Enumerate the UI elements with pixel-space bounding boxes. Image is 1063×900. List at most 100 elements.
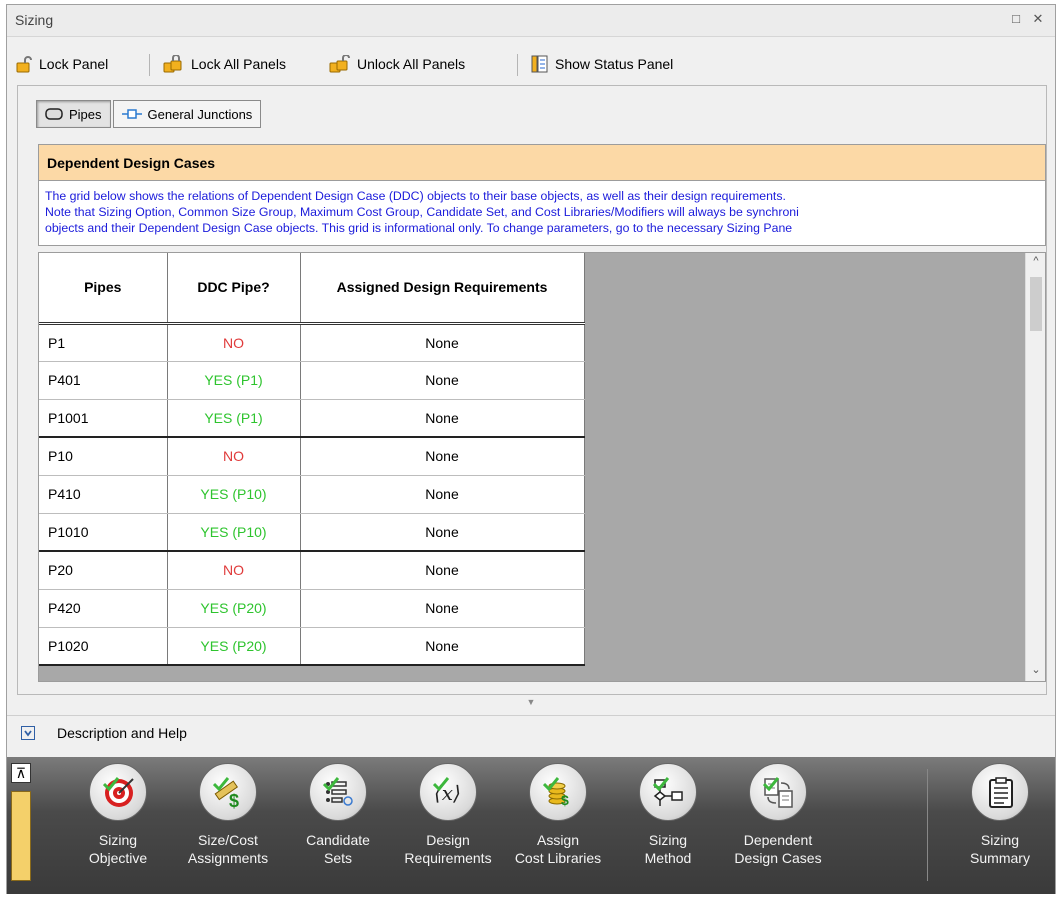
design-requirements-cell[interactable]: None [300, 323, 585, 362]
pipe-name-cell[interactable]: P401 [39, 361, 168, 400]
nav-label: Dependent [743, 832, 813, 848]
design-requirements-cell[interactable]: None [300, 551, 585, 590]
pin-icon[interactable]: ⊼ [11, 763, 31, 783]
vertical-scrollbar[interactable]: ^ ⌄ [1025, 253, 1045, 681]
checkmark-icon [763, 777, 779, 791]
sizing-method-button[interactable]: Sizing Method [613, 763, 723, 889]
nav-label: Sizing [98, 832, 138, 848]
scroll-down-icon[interactable]: ⌄ [1026, 663, 1045, 681]
ddc-pipe-cell[interactable]: YES (P1) [167, 361, 301, 400]
ddc-pipe-cell[interactable]: NO [167, 551, 301, 590]
lock-panel-button[interactable]: Lock Panel [15, 52, 108, 76]
unlock-all-label: Unlock All Panels [357, 56, 466, 72]
design-requirements-cell[interactable]: None [300, 437, 585, 476]
pipe-name-cell[interactable]: P1010 [39, 513, 168, 552]
description-help-bar[interactable]: Description and Help [7, 715, 1055, 749]
table-row[interactable]: P420 YES (P20) None [39, 589, 585, 628]
size-cost-assignments-button[interactable]: $ Size/Cost Assignments [173, 763, 283, 889]
show-status-panel-button[interactable]: Show Status Panel [531, 52, 673, 76]
pipe-name-cell[interactable]: P1 [39, 323, 168, 362]
restore-icon[interactable]: □ [1007, 11, 1025, 29]
ddc-pipe-cell[interactable]: YES (P10) [167, 513, 301, 552]
dependent-design-cases-button[interactable]: Dependent Design Cases [723, 763, 833, 889]
sizing-objective-button[interactable]: Sizing Objective [63, 763, 173, 889]
junction-icon [121, 109, 142, 119]
nav-label: Requirements [404, 850, 492, 866]
checkmark-icon [213, 777, 229, 791]
scroll-up-icon[interactable]: ^ [1026, 255, 1045, 273]
pipe-name-cell[interactable]: P1001 [39, 399, 168, 438]
nav-label: Method [644, 850, 692, 866]
nav-label: Sets [323, 850, 352, 866]
ddc-pipe-cell[interactable]: YES (P20) [167, 589, 301, 628]
pipe-name-cell[interactable]: P1020 [39, 627, 168, 666]
description-help-label: Description and Help [57, 724, 187, 741]
lock-all-panels-button[interactable]: Lock All Panels [163, 52, 286, 76]
tab-general-junctions[interactable]: General Junctions [112, 100, 262, 128]
design-requirements-cell[interactable]: None [300, 475, 585, 514]
nav-label: Summary [970, 850, 1030, 866]
pipe-icon [45, 108, 63, 120]
tab-pipes-label: Pipes [69, 106, 102, 122]
ddc-pipe-cell[interactable]: NO [167, 323, 301, 362]
table-row[interactable]: P1 NO None [39, 323, 585, 362]
lock-panel-label: Lock Panel [39, 56, 109, 72]
sizing-nav-bar: ⊼ Sizing Objective $ Size/Cost Assignmen… [7, 757, 1055, 894]
nav-label: Sizing [980, 832, 1020, 848]
design-requirements-cell[interactable]: None [300, 399, 585, 438]
ddc-pipe-cell[interactable]: YES (P10) [167, 475, 301, 514]
ddc-table: Pipes DDC Pipe? Assigned Design Requirem… [39, 253, 585, 666]
checkmark-icon [543, 777, 559, 791]
toolbar: Lock Panel Lock All Panels Unlock All Pa… [7, 47, 1055, 81]
column-header-design-requirements[interactable]: Assigned Design Requirements [300, 253, 585, 325]
table-row[interactable]: P401 YES (P1) None [39, 361, 585, 400]
sizing-summary-button[interactable]: Sizing Summary [945, 763, 1055, 889]
ddc-pipe-cell[interactable]: NO [167, 437, 301, 476]
pipe-name-cell[interactable]: P10 [39, 437, 168, 476]
design-requirements-cell[interactable]: None [300, 361, 585, 400]
show-status-label: Show Status Panel [555, 56, 674, 72]
ddc-section-header: Dependent Design Cases [38, 144, 1046, 180]
ddc-pipe-cell[interactable]: YES (P20) [167, 627, 301, 666]
checkmark-icon [323, 777, 339, 791]
pipe-name-cell[interactable]: P420 [39, 589, 168, 628]
table-row[interactable]: P1010 YES (P10) None [39, 513, 585, 552]
lock-all-label: Lock All Panels [191, 56, 286, 72]
chevron-down-icon[interactable] [21, 725, 35, 740]
unlock-all-panels-button[interactable]: Unlock All Panels [329, 52, 465, 76]
tab-pipes[interactable]: Pipes [36, 100, 111, 128]
title-bar: Sizing □ ✕ [7, 5, 1055, 37]
ruler-icon[interactable] [11, 791, 31, 881]
assign-cost-libraries-button[interactable]: $ Assign Cost Libraries [503, 763, 613, 889]
design-requirements-cell[interactable]: None [300, 513, 585, 552]
nav-label: Assignments [187, 850, 269, 866]
tab-general-junctions-label: General Junctions [147, 106, 253, 122]
ddc-pipe-cell[interactable]: YES (P1) [167, 399, 301, 438]
toolbar-divider [149, 54, 150, 76]
nav-label: Size/Cost [198, 832, 258, 848]
pipe-name-cell[interactable]: P20 [39, 551, 168, 590]
table-header-row: Pipes DDC Pipe? Assigned Design Requirem… [39, 253, 585, 325]
table-row[interactable]: P10 NO None [39, 437, 585, 476]
candidate-sets-button[interactable]: Candidate Sets [283, 763, 393, 889]
design-requirements-button[interactable]: ⟨x⟩ Design Requirements [393, 763, 503, 889]
nav-label: Cost Libraries [514, 850, 602, 866]
ddc-grid: Pipes DDC Pipe? Assigned Design Requirem… [38, 252, 1046, 682]
close-icon[interactable]: ✕ [1029, 11, 1047, 29]
object-tabs: Pipes General Junctions [36, 100, 263, 128]
design-requirements-cell[interactable]: None [300, 589, 585, 628]
table-row[interactable]: P20 NO None [39, 551, 585, 590]
table-row[interactable]: P1001 YES (P1) None [39, 399, 585, 438]
padlock-open-icon [16, 56, 32, 73]
design-requirements-cell[interactable]: None [300, 627, 585, 666]
toolbar-divider [517, 54, 518, 76]
column-header-ddc-pipe[interactable]: DDC Pipe? [167, 253, 301, 325]
svg-text:$: $ [561, 792, 569, 808]
table-row[interactable]: P1020 YES (P20) None [39, 627, 585, 666]
pipe-name-cell[interactable]: P410 [39, 475, 168, 514]
checkmark-icon [433, 777, 449, 791]
table-row[interactable]: P410 YES (P10) None [39, 475, 585, 514]
column-header-pipes[interactable]: Pipes [39, 253, 168, 325]
splitter-handle[interactable]: ▼ [7, 697, 1055, 709]
scroll-thumb[interactable] [1030, 277, 1042, 331]
